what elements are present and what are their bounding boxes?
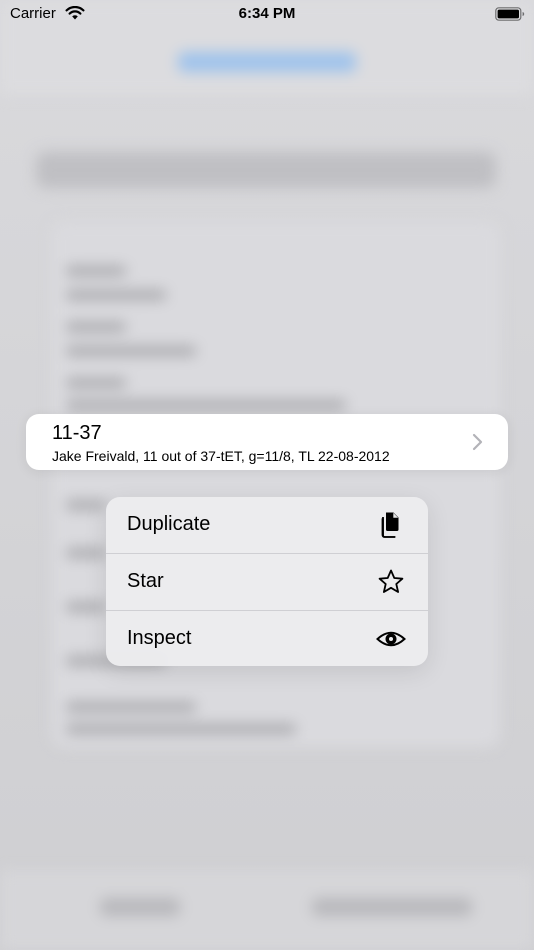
star-icon <box>378 569 404 593</box>
chevron-right-icon <box>472 433 483 451</box>
blurred-nav-title <box>178 52 356 72</box>
menu-item-duplicate[interactable]: Duplicate <box>106 497 428 553</box>
menu-item-star[interactable]: Star <box>106 554 428 610</box>
row-title: 11-37 <box>52 422 102 444</box>
menu-item-label: Duplicate <box>127 513 211 535</box>
eye-icon <box>376 631 406 647</box>
blurred-text-line <box>66 724 296 734</box>
status-time: 6:34 PM <box>238 5 296 22</box>
blurred-text-line <box>66 378 126 388</box>
duplicate-icon <box>381 512 399 538</box>
blurred-text-line <box>66 322 126 332</box>
blurred-search-field <box>36 152 496 188</box>
blurred-content <box>0 0 534 950</box>
blurred-text-line <box>66 266 126 276</box>
blurred-text-line <box>66 548 106 558</box>
blurred-text-line <box>66 346 196 356</box>
context-menu: Duplicate Star Inspect <box>106 497 428 666</box>
blurred-text-line <box>66 602 106 612</box>
blurred-text-line <box>66 400 346 410</box>
tuning-row[interactable]: 11-37 Jake Freivald, 11 out of 37-tET, g… <box>26 414 508 470</box>
blurred-text-line <box>66 290 166 300</box>
row-subtitle: Jake Freivald, 11 out of 37-tET, g=11/8,… <box>52 448 390 464</box>
blurred-toolbar-item <box>312 898 472 916</box>
menu-item-label: Inspect <box>127 627 192 649</box>
blurred-text-line <box>66 702 196 712</box>
blurred-toolbar-item <box>100 898 180 916</box>
battery-icon <box>495 7 525 21</box>
menu-item-label: Star <box>127 570 164 592</box>
background <box>0 0 534 950</box>
status-bar: Carrier 6:34 PM <box>0 0 534 30</box>
blurred-text-line <box>66 500 106 510</box>
menu-item-inspect[interactable]: Inspect <box>106 611 428 666</box>
blurred-list-card <box>52 222 500 747</box>
